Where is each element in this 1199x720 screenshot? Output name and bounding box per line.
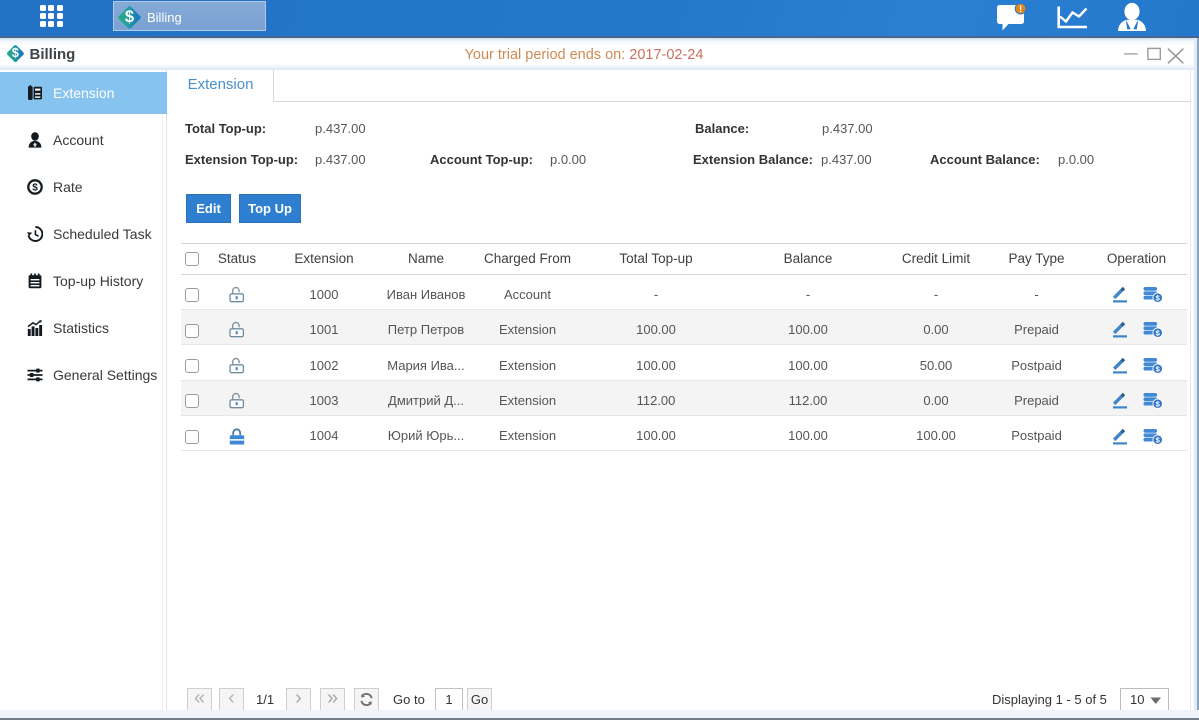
svg-text:!: !	[1019, 4, 1022, 15]
svg-text:$: $	[32, 183, 38, 194]
